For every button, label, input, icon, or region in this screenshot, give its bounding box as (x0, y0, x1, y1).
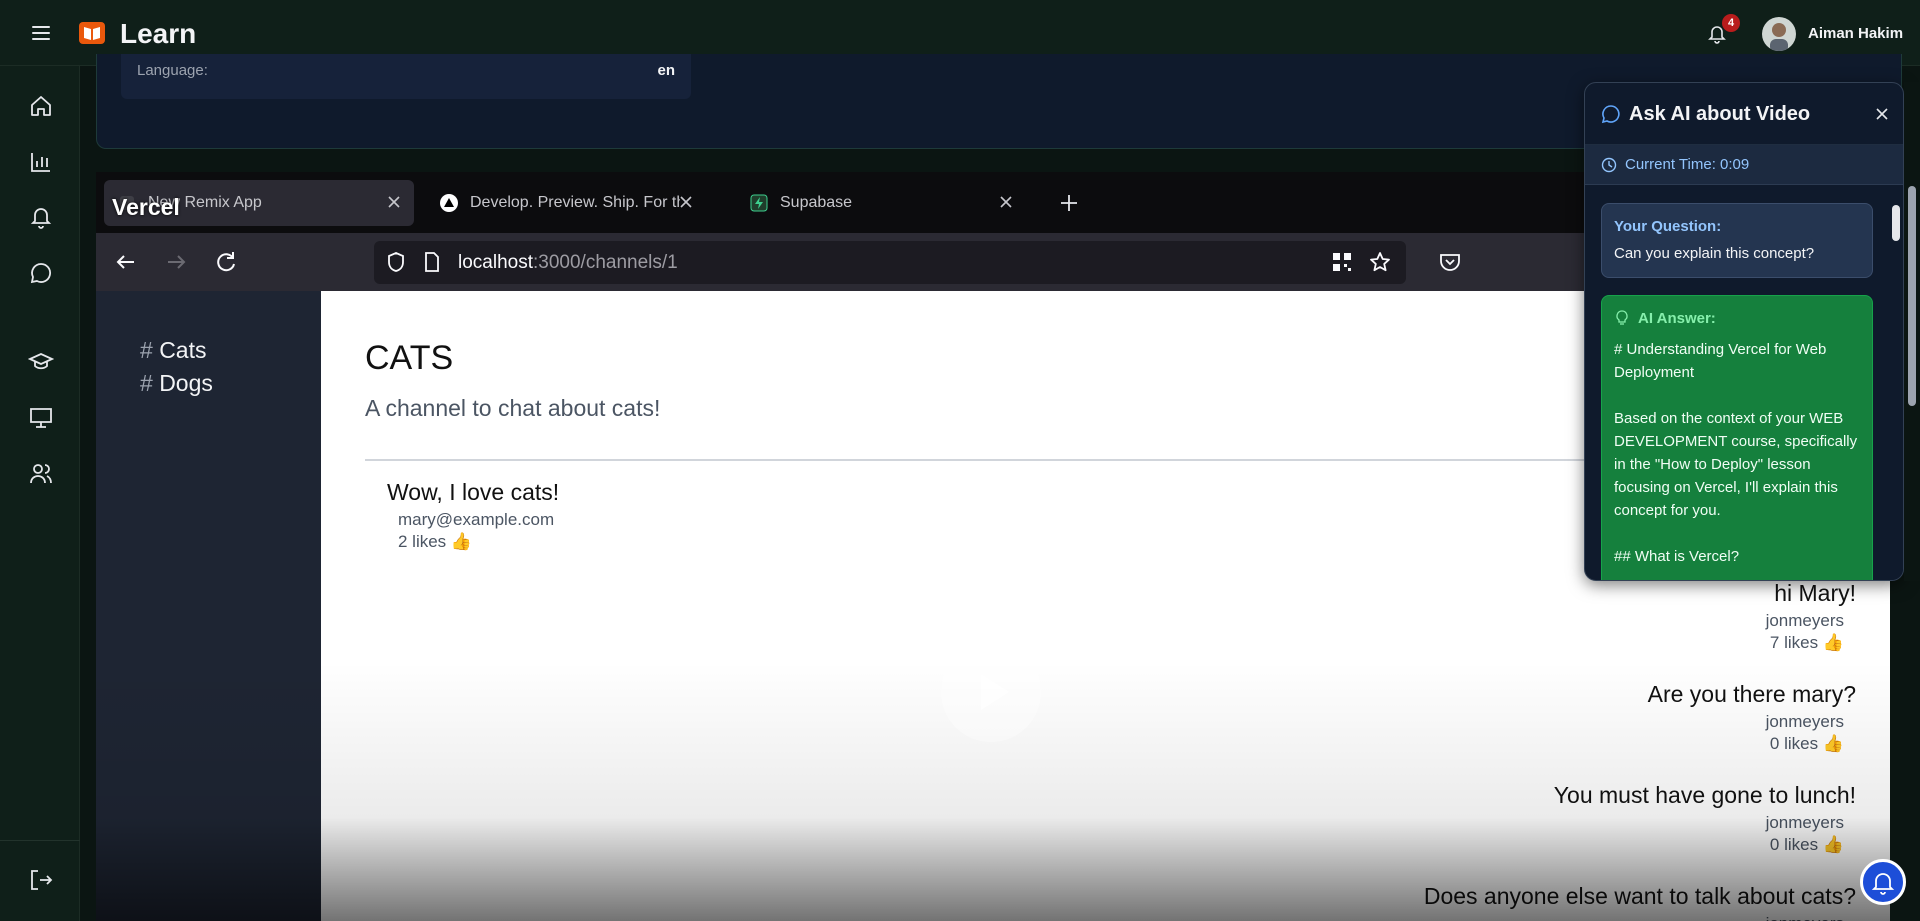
question-card: Your Question: Can you explain this conc… (1601, 203, 1873, 278)
current-time: Current Time: 0:09 (1625, 156, 1750, 173)
chart-icon[interactable] (28, 149, 54, 175)
notification-icon[interactable] (28, 204, 54, 230)
message-author: jonmeyers (1765, 813, 1844, 832)
answer-card: AI Answer: # Understanding Vercel for We… (1601, 295, 1873, 580)
notification-bell-icon (1871, 873, 1895, 895)
scrollbar-thumb[interactable] (1892, 205, 1900, 241)
url-path: :3000/channels/1 (533, 252, 678, 273)
message-likes: 2 likes 👍 (398, 532, 473, 551)
message-author: jonmeyers (1424, 914, 1856, 921)
users-icon[interactable] (28, 461, 54, 487)
close-icon[interactable] (384, 192, 404, 212)
message-likes: 7 likes 👍 (1769, 633, 1844, 652)
qr-code-icon[interactable] (1330, 250, 1354, 274)
channel-list: # Cats # Dogs (96, 291, 321, 921)
chat-bubble-icon (1601, 105, 1620, 124)
forward-icon[interactable] (162, 248, 190, 276)
reload-icon[interactable] (212, 248, 240, 276)
ai-panel: Ask AI about Video Current Time: 0:09 Yo… (1584, 82, 1904, 581)
lightbulb-icon (1616, 310, 1628, 325)
url-host: localhost (458, 252, 533, 273)
message: hi Mary! jonmeyers 7 likes 👍 (1766, 580, 1856, 653)
message-body: You must have gone to lunch! (1553, 782, 1856, 808)
browser-tab[interactable]: Supabase (736, 180, 1026, 226)
close-icon[interactable] (996, 192, 1016, 212)
home-icon[interactable] (28, 93, 54, 119)
supabase-icon (750, 194, 768, 212)
user-name[interactable]: Aiman Hakim (1808, 25, 1903, 42)
sidebar (0, 66, 80, 921)
app-brand[interactable]: Learn (120, 18, 196, 50)
star-icon[interactable] (1368, 250, 1392, 274)
book-logo-icon (79, 22, 105, 44)
logout-icon[interactable] (28, 867, 54, 893)
message: Wow, I love cats! mary@example.com 2 lik… (387, 479, 559, 552)
help-button[interactable] (1860, 859, 1906, 905)
language-value: en (657, 62, 675, 79)
close-icon[interactable] (676, 192, 696, 212)
message-likes: 0 likes 👍 (1769, 835, 1844, 854)
message: Does anyone else want to talk about cats… (1424, 883, 1856, 921)
sidebar-divider (0, 840, 80, 841)
page-icon (425, 252, 439, 272)
clock-icon (1601, 157, 1617, 173)
message-body: hi Mary! (1774, 580, 1856, 606)
current-time-bar: Current Time: 0:09 (1585, 145, 1903, 185)
scrollbar-thumb[interactable] (1908, 186, 1916, 406)
language-label: Language: (137, 62, 208, 79)
menu-icon[interactable] (30, 22, 52, 44)
tab-title: Supabase (780, 194, 853, 211)
avatar[interactable] (1762, 17, 1796, 51)
url-bar[interactable]: localhost:3000/channels/1 (374, 241, 1406, 284)
question-text: Can you explain this concept? (1614, 245, 1815, 262)
message-author: jonmeyers (1765, 611, 1844, 630)
browser-tab[interactable]: Develop. Preview. Ship. For the Best Fro… (426, 180, 706, 226)
channel-link[interactable]: # Cats (140, 337, 206, 364)
shield-icon[interactable] (384, 250, 408, 274)
page-scrollbar[interactable] (1904, 82, 1920, 581)
graduation-cap-icon[interactable] (28, 349, 54, 375)
question-label: Your Question: (1614, 218, 1722, 235)
close-icon[interactable] (1873, 105, 1891, 123)
answer-label: AI Answer: (1638, 310, 1716, 327)
ai-panel-scrollbar[interactable] (1889, 185, 1903, 580)
channel-description: A channel to chat about cats! (365, 395, 661, 421)
message: You must have gone to lunch! jonmeyers 0… (1554, 782, 1856, 855)
message: Are you there mary? jonmeyers 0 likes 👍 (1648, 681, 1856, 754)
presentation-icon[interactable] (28, 405, 54, 431)
video-overlay-title: Vercel (112, 194, 180, 220)
channel-link[interactable]: # Dogs (140, 370, 213, 397)
message-body: Does anyone else want to talk about cats… (1423, 883, 1856, 909)
back-icon[interactable] (112, 248, 140, 276)
play-icon[interactable] (941, 642, 1041, 742)
channel-title: CATS (365, 339, 454, 377)
channel-name: Cats (159, 337, 207, 363)
notification-badge: 4 (1722, 14, 1740, 32)
pocket-icon[interactable] (1436, 248, 1464, 276)
message-body: Wow, I love cats! (387, 479, 560, 505)
channel-name: Dogs (159, 370, 213, 396)
ai-panel-title: Ask AI about Video (1629, 103, 1811, 125)
message-likes: 0 likes 👍 (1769, 734, 1844, 753)
new-tab-icon[interactable] (1056, 190, 1082, 216)
ai-panel-header: Ask AI about Video (1585, 83, 1903, 145)
message-body: Are you there mary? (1647, 681, 1856, 707)
channel-hash: # (140, 370, 153, 396)
message-author: mary@example.com (398, 510, 555, 529)
chat-icon[interactable] (28, 260, 54, 286)
tab-title: New Remix App (148, 194, 262, 211)
answer-text: # Understanding Vercel for Web Deploymen… (1614, 341, 1858, 565)
channel-hash: # (140, 337, 153, 363)
language-row: Language: en (121, 54, 691, 99)
url-text: localhost:3000/channels/1 (458, 252, 678, 274)
message-author: jonmeyers (1765, 712, 1844, 731)
tab-title: Develop. Preview. Ship. For the Best Fro… (470, 194, 680, 211)
vercel-triangle-icon (440, 194, 458, 212)
